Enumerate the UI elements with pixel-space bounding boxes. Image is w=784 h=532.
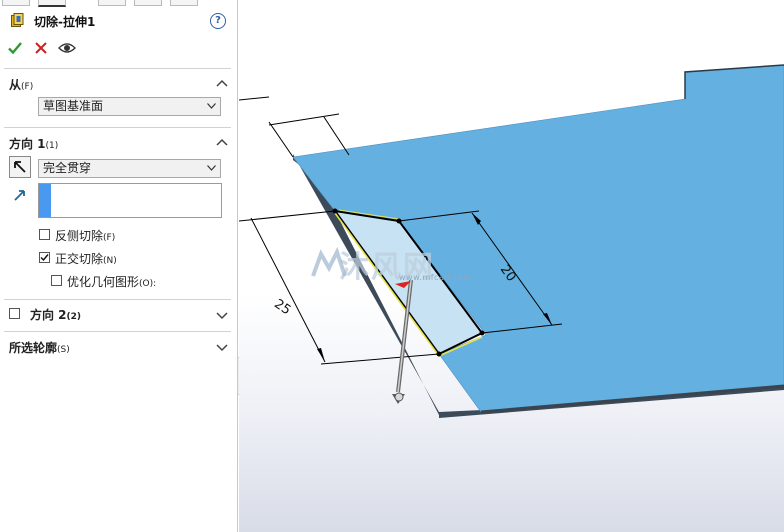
flip-side-label: 反侧切除(F) <box>55 229 116 243</box>
cancel-button[interactable] <box>31 38 51 58</box>
property-manager: 切除-拉伸1 ? 从(F) 草图基准面 方向 1(1) 完全贯穿 反侧切除(F)… <box>0 0 238 532</box>
direction-vector-icon <box>14 190 25 201</box>
chevron-down-icon[interactable] <box>216 342 228 352</box>
watermark-logo <box>311 246 347 277</box>
direction2-label: 方向 2(2) <box>30 308 82 322</box>
ok-button[interactable] <box>5 38 25 58</box>
end-condition-value: 完全贯穿 <box>43 161 92 175</box>
direction1-title: 方向 1 <box>9 137 46 151</box>
tab-property-manager[interactable] <box>38 0 66 7</box>
tab-configuration-manager[interactable] <box>98 0 126 6</box>
reverse-direction-button[interactable] <box>9 156 31 178</box>
optimize-geometry-label: 优化几何图形(O): <box>67 275 157 289</box>
normal-cut-checkbox[interactable] <box>39 252 50 263</box>
from-condition-select[interactable]: 草图基准面 <box>38 97 221 116</box>
divider <box>4 331 231 332</box>
help-icon[interactable]: ? <box>210 13 226 29</box>
contours-title: 所选轮廓 <box>9 341 58 355</box>
optimize-geometry-checkbox[interactable] <box>51 275 62 286</box>
from-condition-value: 草图基准面 <box>43 99 104 113</box>
from-section-header[interactable]: 从(F) <box>9 76 33 93</box>
chevron-up-icon[interactable] <box>216 138 228 148</box>
direction1-shortcut: (1) <box>45 141 59 151</box>
cut-extrude-icon <box>11 13 24 27</box>
manager-tabs <box>0 0 238 7</box>
direction1-section-header[interactable]: 方向 1(1) <box>9 135 58 152</box>
panel-header: 切除-拉伸1 ? <box>8 12 232 32</box>
watermark-url: www.mfcad.com <box>399 273 472 282</box>
chevron-down-icon <box>207 103 216 109</box>
contours-section-header[interactable]: 所选轮廓(S) <box>9 339 70 356</box>
flip-side-checkbox[interactable] <box>39 229 50 240</box>
graphics-area[interactable]: 20 25 沐风网 www.mfcad.com <box>239 0 784 532</box>
preview-button[interactable] <box>57 38 77 58</box>
from-title: 从 <box>9 78 22 92</box>
action-buttons <box>7 38 97 58</box>
chevron-down-icon[interactable] <box>216 310 228 320</box>
from-shortcut: (F) <box>21 82 34 92</box>
close-icon <box>35 42 47 54</box>
contours-shortcut: (S) <box>57 345 70 355</box>
normal-cut-label: 正交切除(N) <box>55 252 117 266</box>
tab-display-manager[interactable] <box>170 0 198 6</box>
eye-icon <box>58 43 76 53</box>
feature-title: 切除-拉伸1 <box>34 15 96 29</box>
direction2-checkbox[interactable] <box>9 308 20 319</box>
tab-feature-manager[interactable] <box>2 0 30 6</box>
divider <box>4 299 231 300</box>
selection-focus-bar <box>39 184 51 217</box>
checkmark-icon <box>40 254 49 262</box>
divider <box>4 127 231 128</box>
end-condition-select[interactable]: 完全贯穿 <box>38 159 221 178</box>
tab-dimxpert-manager[interactable] <box>134 0 162 6</box>
divider <box>4 68 231 69</box>
reverse-direction-icon <box>14 161 26 173</box>
chevron-up-icon[interactable] <box>216 79 228 89</box>
chevron-down-icon <box>207 165 216 171</box>
dimension-25-label: 25 <box>271 297 293 319</box>
checkmark-icon <box>8 42 22 55</box>
direction-selection-box[interactable] <box>38 183 222 218</box>
